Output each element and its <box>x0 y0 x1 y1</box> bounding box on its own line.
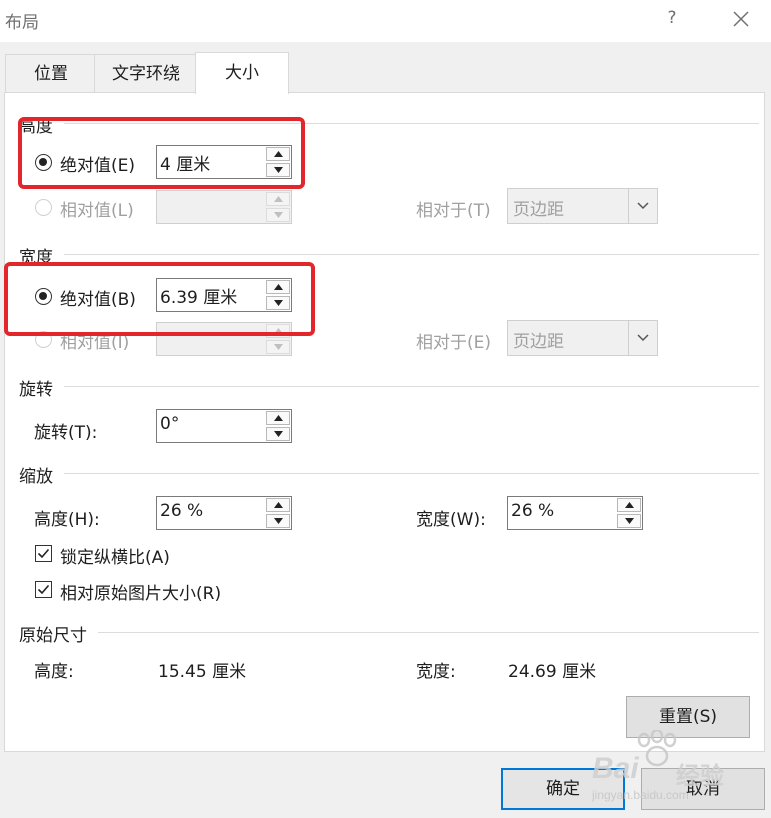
lock-aspect-label: 锁定纵横比(A) <box>60 548 170 568</box>
baidu-watermark: Bai 经验 jingyan.baidu.com <box>590 730 740 810</box>
increment-button[interactable] <box>266 280 290 294</box>
scale-width-label: 宽度(W): <box>416 510 486 530</box>
scale-height-value: 26 % <box>160 501 204 521</box>
height-absolute-radio[interactable] <box>35 154 52 171</box>
chevron-down-icon <box>637 334 649 342</box>
height-relative-label: 相对值(L) <box>60 201 134 221</box>
rotation-section-label: 旋转 <box>19 380 53 400</box>
width-section-label: 宽度 <box>19 248 53 268</box>
arrow-down-icon <box>274 518 283 524</box>
arrow-down-icon <box>274 431 283 437</box>
increment-button[interactable] <box>266 324 290 338</box>
decrement-button[interactable] <box>266 163 290 177</box>
width-absolute-stepper[interactable]: 6.39 厘米 <box>156 278 292 312</box>
height-relative-radio[interactable] <box>35 199 52 216</box>
separator <box>64 386 759 387</box>
scale-height-label: 高度(H): <box>34 510 100 530</box>
width-relative-to-select[interactable]: 页边距 <box>507 320 658 356</box>
arrow-up-icon <box>274 196 283 202</box>
width-absolute-value: 6.39 厘米 <box>160 288 238 308</box>
height-absolute-value: 4 厘米 <box>160 155 211 175</box>
title-bar: 布局 ? <box>0 0 771 42</box>
tab-size[interactable]: 大小 <box>195 52 289 94</box>
arrow-down-icon <box>274 300 283 306</box>
original-height-value: 15.45 厘米 <box>158 662 247 682</box>
increment-button[interactable] <box>266 192 290 206</box>
increment-button[interactable] <box>266 498 290 512</box>
relative-original-checkbox[interactable] <box>35 581 52 598</box>
checkmark-icon <box>37 548 50 559</box>
scale-height-stepper[interactable]: 26 % <box>156 496 292 530</box>
width-absolute-radio[interactable] <box>35 288 52 305</box>
checkmark-icon <box>37 584 50 595</box>
close-icon <box>733 11 749 27</box>
separator <box>98 632 759 633</box>
decrement-button[interactable] <box>266 514 290 528</box>
height-section-label: 高度 <box>19 117 53 137</box>
tab-position[interactable]: 位置 <box>5 54 97 93</box>
help-button[interactable]: ? <box>664 8 680 28</box>
watermark-brand-suffix: 经验 <box>676 762 724 790</box>
separator <box>64 123 759 124</box>
original-size-section-label: 原始尺寸 <box>19 626 87 646</box>
scale-width-value: 26 % <box>511 501 555 521</box>
decrement-button[interactable] <box>266 296 290 310</box>
window-title: 布局 <box>5 13 39 33</box>
height-relative-to-label: 相对于(T) <box>416 201 491 221</box>
original-height-label: 高度: <box>34 662 74 682</box>
rotation-value: 0° <box>160 414 180 434</box>
paw-logo-icon <box>637 730 677 767</box>
arrow-up-icon <box>274 328 283 334</box>
width-relative-radio[interactable] <box>35 331 52 348</box>
height-relative-to-select[interactable]: 页边距 <box>507 188 658 224</box>
decrement-button[interactable] <box>266 340 290 354</box>
separator <box>64 473 759 474</box>
decrement-button[interactable] <box>266 427 290 441</box>
width-absolute-label: 绝对值(B) <box>60 290 136 310</box>
width-relative-to-value: 页边距 <box>513 332 564 352</box>
width-relative-label: 相对值(I) <box>60 333 130 353</box>
width-relative-to-label: 相对于(E) <box>416 333 492 353</box>
lock-aspect-checkbox[interactable] <box>35 545 52 562</box>
decrement-button[interactable] <box>617 514 641 528</box>
relative-original-label: 相对原始图片大小(R) <box>60 584 222 604</box>
arrow-up-icon <box>274 151 283 157</box>
close-button[interactable] <box>730 8 752 30</box>
original-width-label: 宽度: <box>416 662 456 682</box>
arrow-up-icon <box>274 502 283 508</box>
height-absolute-stepper[interactable]: 4 厘米 <box>156 145 292 179</box>
watermark-brand: Bai <box>592 752 639 785</box>
rotation-label: 旋转(T): <box>34 423 98 443</box>
separator <box>64 254 759 255</box>
arrow-down-icon <box>625 518 634 524</box>
arrow-down-icon <box>274 212 283 218</box>
original-width-value: 24.69 厘米 <box>508 662 597 682</box>
increment-button[interactable] <box>266 411 290 425</box>
increment-button[interactable] <box>617 498 641 512</box>
width-relative-stepper[interactable] <box>156 322 292 356</box>
arrow-up-icon <box>274 284 283 290</box>
height-absolute-label: 绝对值(E) <box>60 156 136 176</box>
increment-button[interactable] <box>266 147 290 161</box>
arrow-up-icon <box>625 502 634 508</box>
chevron-down-icon <box>637 202 649 210</box>
scale-width-stepper[interactable]: 26 % <box>507 496 643 530</box>
decrement-button[interactable] <box>266 208 290 222</box>
rotation-stepper[interactable]: 0° <box>156 409 292 443</box>
arrow-down-icon <box>274 167 283 173</box>
height-relative-to-value: 页边距 <box>513 200 564 220</box>
tab-text-wrap[interactable]: 文字环绕 <box>94 54 198 93</box>
scale-section-label: 缩放 <box>19 467 53 487</box>
height-relative-stepper[interactable] <box>156 190 292 224</box>
arrow-down-icon <box>274 344 283 350</box>
arrow-up-icon <box>274 415 283 421</box>
watermark-url: jingyan.baidu.com <box>592 788 689 802</box>
